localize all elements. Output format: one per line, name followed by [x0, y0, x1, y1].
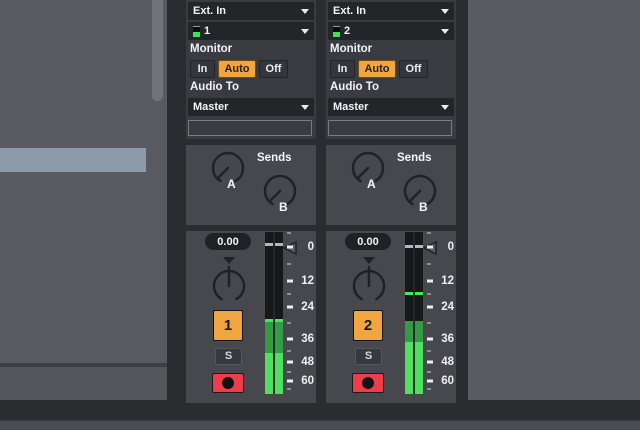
chevron-down-icon [441, 104, 449, 110]
monitor-label: Monitor [190, 43, 233, 55]
audio-to-dropdown[interactable]: Master [188, 98, 314, 116]
audio-to-value: Master [333, 101, 369, 113]
volume-value[interactable]: 0.00 [205, 233, 251, 250]
meter-channel-divider [273, 232, 275, 394]
sends-section: Sends A B [186, 145, 316, 225]
chevron-down-icon [301, 104, 309, 110]
chevron-down-icon [441, 8, 449, 14]
monitor-in-button[interactable]: In [190, 60, 215, 78]
monitor-in-button[interactable]: In [330, 60, 355, 78]
left-panel [0, 0, 167, 400]
solo-button[interactable]: S [215, 348, 242, 365]
audio-to-label: Audio To [330, 81, 379, 93]
pan-knob[interactable] [349, 256, 389, 311]
audio-to-value: Master [193, 101, 229, 113]
scrollbar-thumb[interactable] [152, 0, 163, 101]
input-channel-value: 1 [204, 25, 211, 37]
input-type-value: Ext. In [333, 5, 367, 17]
output-channel-field[interactable] [328, 120, 452, 136]
panel-lower-section [0, 367, 167, 400]
chevron-down-icon [301, 28, 309, 34]
arm-record-button[interactable] [212, 373, 244, 393]
track-io-section: Ext. In 1 Monitor In Auto Off Audio To M… [186, 0, 316, 139]
monitor-auto-button[interactable]: Auto [358, 60, 396, 78]
input-channel-dropdown[interactable]: 2 [328, 22, 454, 40]
track-activator-button[interactable]: 1 [213, 310, 243, 341]
ableton-session-view: Ext. In 1 Monitor In Auto Off Audio To M… [0, 0, 640, 430]
input-channel-dropdown[interactable]: 1 [188, 22, 314, 40]
meter-channel-divider [413, 232, 415, 394]
mixer-section: 0.00 1 S 0 12 24 36 48 60 [186, 231, 316, 403]
bottom-status-strip [0, 420, 640, 430]
sends-section: Sends A B [326, 145, 456, 225]
chevron-down-icon [441, 28, 449, 34]
pan-knob[interactable] [209, 256, 249, 311]
right-panel [468, 0, 640, 400]
level-meter[interactable] [265, 232, 283, 394]
audio-to-dropdown[interactable]: Master [328, 98, 454, 116]
arm-record-button[interactable] [352, 373, 384, 393]
monitor-off-button[interactable]: Off [399, 60, 428, 78]
mixer-section: 0.00 2 S 0 12 24 36 48 60 [326, 231, 456, 403]
monitor-label: Monitor [330, 43, 373, 55]
send-a-label: A [227, 177, 236, 191]
sends-label: Sends [397, 152, 432, 164]
volume-value[interactable]: 0.00 [345, 233, 391, 250]
input-level-icon [193, 25, 200, 37]
monitor-off-button[interactable]: Off [259, 60, 288, 78]
track-strip-1: Ext. In 1 Monitor In Auto Off Audio To M… [186, 0, 316, 403]
monitor-auto-button[interactable]: Auto [218, 60, 256, 78]
input-type-dropdown[interactable]: Ext. In [328, 2, 454, 20]
sends-label: Sends [257, 152, 292, 164]
input-type-dropdown[interactable]: Ext. In [188, 2, 314, 20]
track-activator-button[interactable]: 2 [353, 310, 383, 341]
level-meter[interactable] [405, 232, 423, 394]
input-channel-value: 2 [344, 25, 351, 37]
send-b-label: B [419, 200, 428, 214]
chevron-down-icon [301, 8, 309, 14]
send-a-label: A [367, 177, 376, 191]
db-scale: 0 12 24 36 48 60 [427, 231, 454, 394]
db-scale: 0 12 24 36 48 60 [287, 231, 314, 394]
record-dot-icon [362, 377, 374, 389]
solo-button[interactable]: S [355, 348, 382, 365]
track-io-section: Ext. In 2 Monitor In Auto Off Audio To M… [326, 0, 456, 139]
track-strip-2: Ext. In 2 Monitor In Auto Off Audio To M… [326, 0, 456, 403]
selected-item-highlight[interactable] [0, 148, 146, 172]
send-b-label: B [279, 200, 288, 214]
input-level-icon [333, 25, 340, 37]
output-channel-field[interactable] [188, 120, 312, 136]
record-dot-icon [222, 377, 234, 389]
audio-to-label: Audio To [190, 81, 239, 93]
input-type-value: Ext. In [193, 5, 227, 17]
